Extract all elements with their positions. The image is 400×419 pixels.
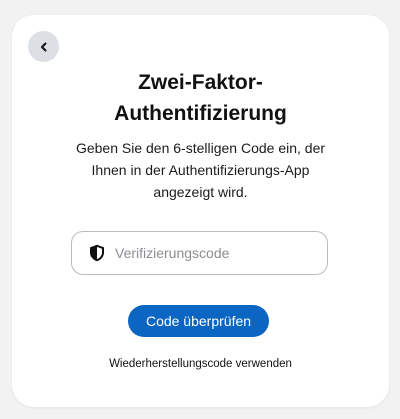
description-text: Geben Sie den 6-stelligen Code ein, der … [75, 140, 326, 200]
back-button[interactable] [28, 31, 59, 62]
use-recovery-code-link[interactable]: Wiederherstellungscode verwenden [52, 358, 349, 370]
verification-code-input[interactable] [115, 245, 315, 261]
page-title: Zwei-Faktor-Authentifizierung [114, 71, 287, 125]
verification-code-field[interactable] [71, 231, 328, 275]
two-factor-card: Zwei-Faktor-Authentifizierung Geben Sie … [12, 15, 389, 407]
verify-code-button[interactable]: Code überprüfen [128, 305, 269, 337]
shield-icon [90, 244, 104, 262]
chevron-left-icon [40, 42, 46, 51]
